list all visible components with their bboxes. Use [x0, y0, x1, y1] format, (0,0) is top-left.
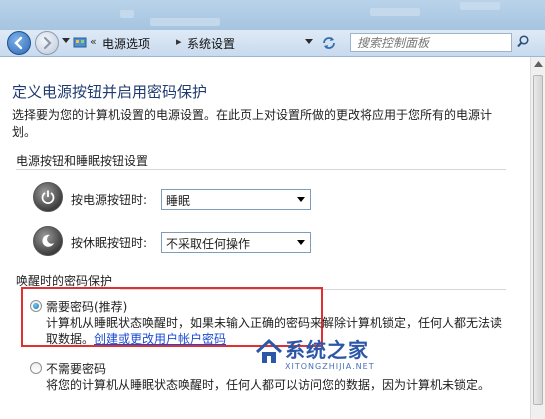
background-window [0, 0, 545, 30]
background-ghost-text [150, 18, 220, 26]
background-ghost-icon [120, 10, 134, 18]
no-password-radio[interactable] [30, 362, 42, 374]
require-password-label[interactable]: 需要密码(推荐) [46, 298, 127, 315]
power-button-icon [33, 182, 63, 212]
search-input[interactable] [351, 34, 497, 51]
search-icon[interactable] [517, 35, 529, 48]
buttons-section-heading: 电源按钮和睡眠按钮设置 [16, 154, 149, 168]
arrow-left-icon [14, 36, 23, 50]
house-logo-icon [255, 338, 283, 363]
chevron-down-icon [297, 197, 305, 202]
breadcrumb-system-settings[interactable]: 系统设置 [187, 35, 235, 52]
change-password-link[interactable]: 创建或更改用户帐户密码 [94, 332, 226, 346]
watermark-logo: 系统之家 XITONGZHIJIA.NET [255, 332, 405, 382]
power-button-select-value: 睡眠 [166, 194, 191, 208]
search-box[interactable] [350, 33, 512, 52]
page-description: 选择要为您的计算机设置的电源设置。在此页上对设置所做的更改将应用于您所有的电源计… [12, 108, 493, 139]
settings-page: 定义电源按钮并启用密码保护 选择要为您的计算机设置的电源设置。在此页上对设置所做… [0, 57, 530, 419]
sleep-button-select[interactable]: 不采取任何操作 [161, 232, 311, 253]
require-password-radio[interactable] [30, 300, 42, 312]
no-password-label[interactable]: 不需要密码 [46, 360, 106, 377]
section-divider [16, 169, 506, 170]
sleep-button-label: 按休眠按钮时: [71, 236, 148, 250]
power-button-label: 按电源按钮时: [71, 193, 148, 207]
watermark-brand: 系统之家 [285, 338, 369, 362]
chevron-down-icon [297, 240, 305, 245]
breadcrumb-separator-icon[interactable]: ▸ [176, 35, 182, 48]
background-ghost-text [460, 2, 500, 10]
scrollbar-thumb[interactable] [533, 75, 543, 405]
power-button-select[interactable]: 睡眠 [161, 189, 311, 210]
scroll-up-icon[interactable] [534, 61, 543, 67]
history-dropdown-icon[interactable] [62, 38, 70, 44]
address-dropdown-icon[interactable] [305, 39, 313, 45]
forward-button[interactable] [35, 31, 59, 55]
sleep-button-icon [33, 226, 63, 256]
address-bar: « 电源选项 ▸ 系统设置 [0, 30, 545, 57]
page-title: 定义电源按钮并启用密码保护 [12, 83, 208, 101]
refresh-icon[interactable] [320, 35, 338, 51]
control-panel-icon [73, 37, 87, 48]
sleep-button-select-value: 不采取任何操作 [166, 237, 251, 251]
vertical-scrollbar[interactable] [530, 57, 545, 419]
breadcrumb-power-options[interactable]: 电源选项 [102, 35, 150, 52]
breadcrumb-separator-icon: « [90, 35, 97, 48]
arrow-right-icon [43, 36, 52, 50]
back-button[interactable] [7, 31, 31, 55]
watermark-domain: XITONGZHIJIA.NET [285, 362, 375, 371]
background-ghost-text [370, 8, 420, 16]
